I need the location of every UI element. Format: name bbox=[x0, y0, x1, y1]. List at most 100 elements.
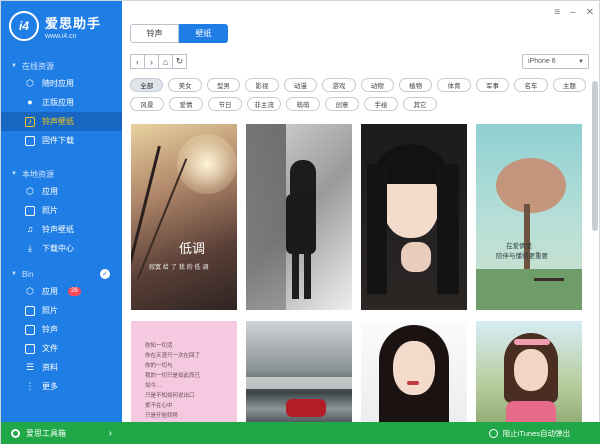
category-tag[interactable]: 军事 bbox=[475, 78, 510, 92]
sidebar-item-label: 资料 bbox=[42, 363, 58, 372]
itunes-toggle-label[interactable]: 阻止iTunes自动弹出 bbox=[503, 428, 570, 439]
photo-icon bbox=[25, 305, 35, 316]
category-tag[interactable]: 风景 bbox=[130, 97, 164, 111]
close-icon[interactable]: ✕ bbox=[586, 7, 594, 18]
minimize-icon[interactable]: – bbox=[570, 7, 576, 18]
category-tag[interactable]: 植物 bbox=[398, 78, 433, 92]
collapse-triangle-icon: ▼ bbox=[11, 171, 17, 177]
category-filter: 全部 美女 型男 影视 动漫 游戏 动物 植物 体育 军事 名车 主题 风景 爱情 节日 非主流 萌萌 创意 手绘… bbox=[130, 78, 587, 116]
wallpaper-thumbnail[interactable] bbox=[361, 321, 467, 422]
connected-check-icon: ✓ bbox=[100, 269, 110, 279]
wallpaper-thumbnail[interactable]: 你知一切活 你在天涯只一次在回了 你的一切与 我的一切只是如此而已 如今... 只是不知如… bbox=[131, 321, 237, 422]
toolbox-label: 爱思工具箱 bbox=[26, 428, 66, 438]
category-tag[interactable]: 手绘 bbox=[364, 97, 398, 111]
section-header-online[interactable]: ▼ 在线资源 bbox=[1, 58, 122, 74]
photo-icon bbox=[25, 205, 35, 216]
wallpaper-grid: 低调 寂寞 给 了 我 的 低 调 在爱情里 陪伴与懂得更重要 你知一切活 你在… bbox=[131, 124, 583, 422]
gear-icon bbox=[11, 428, 20, 438]
sidebar-item-label: 更多 bbox=[42, 382, 58, 391]
cube-icon: ⬡ bbox=[26, 78, 34, 88]
sidebar-item-device-ringtones[interactable]: 铃声 bbox=[1, 320, 122, 339]
menu-icon[interactable]: ≡ bbox=[554, 7, 560, 18]
more-icon: ⋮ bbox=[25, 381, 35, 391]
category-tag[interactable]: 游戏 bbox=[322, 78, 356, 92]
wallpaper-thumbnail[interactable] bbox=[246, 321, 352, 422]
chevron-left-icon: ‹ bbox=[136, 56, 139, 67]
scrollbar[interactable] bbox=[592, 81, 598, 421]
wallpaper-thumbnail[interactable]: 低调 寂寞 给 了 我 的 低 调 bbox=[131, 124, 237, 310]
sidebar-item-instant-apps[interactable]: ⬡ 随时应用 bbox=[1, 74, 122, 93]
chevron-down-icon: ▼ bbox=[578, 58, 584, 65]
category-row-1: 全部 美女 型男 影视 动漫 游戏 动物 植物 体育 军事 名车 主题 bbox=[130, 78, 587, 92]
section-local: ▼ 本地资源 ⬡ 应用 照片 ♫ 铃声壁纸 ⤓ 下载中心 bbox=[1, 166, 122, 258]
sidebar-item-label: 铃声 bbox=[42, 325, 58, 334]
scrollbar-thumb[interactable] bbox=[592, 81, 598, 231]
category-tag[interactable]: 动漫 bbox=[283, 78, 318, 92]
sidebar-item-local-photos[interactable]: 照片 bbox=[1, 201, 122, 220]
category-tag[interactable]: 其它 bbox=[403, 97, 437, 111]
category-tag[interactable]: 型男 bbox=[206, 78, 241, 92]
sidebar-item-device-apps[interactable]: ⬡ 应用 26 bbox=[1, 282, 122, 301]
wallpaper-thumbnail[interactable] bbox=[476, 321, 582, 422]
sidebar-item-device-contacts[interactable]: ☰ 资料 bbox=[1, 358, 122, 377]
wallpaper-title: 低调 bbox=[179, 242, 206, 257]
sidebar-item-label: 固件下载 bbox=[42, 136, 74, 145]
sidebar-item-device-files[interactable]: 文件 bbox=[1, 339, 122, 358]
refresh-icon: ↻ bbox=[175, 56, 184, 66]
sidebar-item-device-photos[interactable]: 照片 bbox=[1, 301, 122, 320]
sidebar-item-local-ringtones[interactable]: ♫ 铃声壁纸 bbox=[1, 220, 122, 239]
sidebar-item-label: 应用 bbox=[42, 287, 58, 296]
section-title: 在线资源 bbox=[21, 61, 54, 71]
app-window: i4 爱思助手 www.i4.cn ▼ 在线资源 ⬡ 随时应用 ● 正版应用 ♪ 铃声壁… bbox=[0, 0, 600, 444]
category-tag[interactable]: 全部 bbox=[130, 78, 164, 92]
category-tag[interactable]: 主题 bbox=[552, 78, 587, 92]
wallpaper-thumbnail[interactable] bbox=[246, 124, 352, 310]
category-tag[interactable]: 名车 bbox=[514, 78, 548, 92]
section-title: 本地资源 bbox=[21, 169, 54, 179]
logo-mark: i4 bbox=[9, 11, 39, 41]
category-tag[interactable]: 影视 bbox=[245, 78, 279, 92]
main-panel: ≡ – ✕ 铃声 壁纸 ‹ › ⌂ ↻ iPhone 6 ▼ 全部 美女 型男 影视动… bbox=[122, 1, 600, 444]
sidebar-item-ringtone-wallpaper[interactable]: ♪ 铃声壁纸 bbox=[1, 112, 122, 131]
section-device: ▼ Bin ✓ ⬡ 应用 26 照片 铃声 文件 ☰ 资料 ⋮ 更多 bbox=[1, 266, 122, 396]
back-button[interactable]: ‹ bbox=[130, 54, 145, 69]
contact-icon: ☰ bbox=[25, 362, 35, 372]
wallpaper-caption: 你的一切与 bbox=[145, 363, 173, 369]
category-tag[interactable]: 萌萌 bbox=[286, 97, 320, 111]
section-header-device[interactable]: ▼ Bin ✓ bbox=[1, 266, 122, 282]
category-tag[interactable]: 美女 bbox=[168, 78, 202, 92]
sidebar-item-local-apps[interactable]: ⬡ 应用 bbox=[1, 182, 122, 201]
toolbox-button[interactable]: 爱思工具箱 › bbox=[1, 422, 122, 444]
device-select-value: iPhone 6 bbox=[528, 58, 556, 65]
device-select[interactable]: iPhone 6 ▼ bbox=[522, 54, 589, 69]
count-badge: 26 bbox=[68, 287, 81, 296]
wallpaper-thumbnail[interactable]: 在爱情里 陪伴与懂得更重要 bbox=[476, 124, 582, 310]
window-controls: ≡ – ✕ bbox=[554, 7, 594, 18]
section-header-local[interactable]: ▼ 本地资源 bbox=[1, 166, 122, 182]
category-tag[interactable]: 体育 bbox=[437, 78, 471, 92]
box-icon bbox=[25, 135, 35, 146]
sidebar-item-device-more[interactable]: ⋮ 更多 bbox=[1, 377, 122, 396]
wallpaper-caption: 你知一切活 bbox=[145, 343, 173, 349]
sidebar-item-firmware[interactable]: 固件下载 bbox=[1, 131, 122, 150]
sidebar-item-label: 应用 bbox=[42, 187, 58, 196]
tab-wallpapers[interactable]: 壁纸 bbox=[179, 24, 228, 43]
itunes-toggle-radio[interactable] bbox=[488, 428, 498, 438]
category-tag[interactable]: 节日 bbox=[208, 97, 242, 111]
wallpaper-thumbnail[interactable] bbox=[361, 124, 467, 310]
forward-button[interactable]: › bbox=[144, 54, 159, 69]
app-icon: ⬡ bbox=[26, 286, 34, 296]
bell-icon bbox=[25, 324, 35, 335]
wallpaper-caption: 我的一切只是如此而已 bbox=[145, 373, 201, 379]
tab-ringtones[interactable]: 铃声 bbox=[130, 24, 179, 43]
home-button[interactable]: ⌂ bbox=[158, 54, 173, 69]
category-tag[interactable]: 非主流 bbox=[247, 97, 281, 111]
wallpaper-caption: 寂寞 给 了 我 的 低 调 bbox=[149, 264, 209, 271]
refresh-button[interactable]: ↻ bbox=[172, 54, 187, 69]
sidebar-item-genuine-apps[interactable]: ● 正版应用 bbox=[1, 93, 122, 112]
sidebar-item-download-center[interactable]: ⤓ 下载中心 bbox=[1, 239, 122, 258]
category-tag[interactable]: 创意 bbox=[325, 97, 359, 111]
category-tag[interactable]: 爱情 bbox=[169, 97, 203, 111]
category-tag[interactable]: 动物 bbox=[360, 78, 394, 92]
ringtone-icon: ♫ bbox=[26, 224, 34, 234]
